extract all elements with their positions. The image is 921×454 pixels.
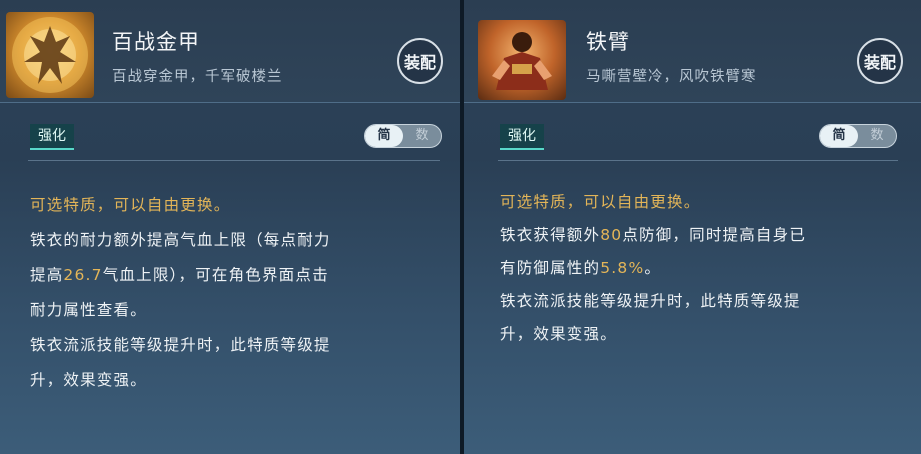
toggle-simple-option[interactable]: 简 bbox=[820, 125, 858, 147]
card-header: 铁臂 马嘶营壁冷，风吹铁臂寒 装配 bbox=[464, 0, 921, 103]
card-header: 百战金甲 百战穿金甲，千军破楼兰 装配 bbox=[0, 0, 460, 103]
display-mode-toggle[interactable]: 简 数 bbox=[364, 124, 442, 148]
highlight-value: 26.7 bbox=[63, 266, 103, 284]
text-segment: 提高 bbox=[30, 266, 64, 284]
description-line: 可选特质，可以自由更换。 bbox=[500, 193, 701, 211]
description-line: 铁衣的耐力额外提高气血上限（每点耐力 bbox=[30, 231, 331, 249]
toggle-numeric-option[interactable]: 数 bbox=[858, 125, 896, 147]
description-line: 升，效果变强。 bbox=[500, 325, 617, 343]
trait-description: 可选特质，可以自由更换。 铁衣的耐力额外提高气血上限（每点耐力 提高26.7气血… bbox=[30, 193, 331, 390]
trait-subtitle: 马嘶营壁冷，风吹铁臂寒 bbox=[586, 69, 757, 85]
enhance-tag: 强化 bbox=[500, 124, 544, 150]
description-line: 铁衣流派技能等级提升时，此特质等级提 bbox=[500, 292, 801, 310]
text-segment: 铁衣获得额外 bbox=[500, 226, 601, 244]
equip-button[interactable]: 装配 bbox=[857, 38, 903, 84]
divider bbox=[28, 160, 440, 161]
description-line: 铁衣流派技能等级提升时，此特质等级提 bbox=[30, 336, 331, 354]
text-segment: 点防御，同时提高自身已 bbox=[622, 226, 807, 244]
trait-title: 百战金甲 bbox=[112, 30, 200, 54]
description-line: 有防御属性的5.8%。 bbox=[500, 256, 806, 278]
text-segment: 气血上限），可在角色界面点击 bbox=[102, 266, 329, 284]
trait-subtitle: 百战穿金甲，千军破楼兰 bbox=[112, 69, 283, 85]
trait-title: 铁臂 bbox=[586, 30, 630, 54]
enhance-tag: 强化 bbox=[30, 124, 74, 150]
description-line: 提高26.7气血上限），可在角色界面点击 bbox=[30, 263, 331, 285]
highlight-value: 5.8% bbox=[600, 259, 645, 277]
toggle-simple-option[interactable]: 简 bbox=[365, 125, 403, 147]
trait-description: 可选特质，可以自由更换。 铁衣获得额外80点防御，同时提高自身已 有防御属性的5… bbox=[500, 190, 806, 344]
trait-portrait-icon bbox=[478, 20, 566, 100]
divider bbox=[498, 160, 898, 161]
trait-card-right: 铁臂 马嘶营壁冷，风吹铁臂寒 装配 强化 简 数 可选特质，可以自由更换。 铁衣… bbox=[464, 0, 921, 454]
highlight-value: 80 bbox=[600, 226, 623, 244]
trait-portrait-icon bbox=[6, 12, 94, 98]
description-line: 可选特质，可以自由更换。 bbox=[30, 196, 231, 214]
description-line: 铁衣获得额外80点防御，同时提高自身已 bbox=[500, 223, 806, 245]
toggle-numeric-option[interactable]: 数 bbox=[403, 125, 441, 147]
display-mode-toggle[interactable]: 简 数 bbox=[819, 124, 897, 148]
description-line: 耐力属性查看。 bbox=[30, 301, 147, 319]
description-line: 升，效果变强。 bbox=[30, 371, 147, 389]
text-segment: 有防御属性的 bbox=[500, 259, 601, 277]
equip-button[interactable]: 装配 bbox=[397, 38, 443, 84]
trait-card-left: 百战金甲 百战穿金甲，千军破楼兰 装配 强化 简 数 可选特质，可以自由更换。 … bbox=[0, 0, 460, 454]
text-segment: 。 bbox=[644, 259, 662, 277]
